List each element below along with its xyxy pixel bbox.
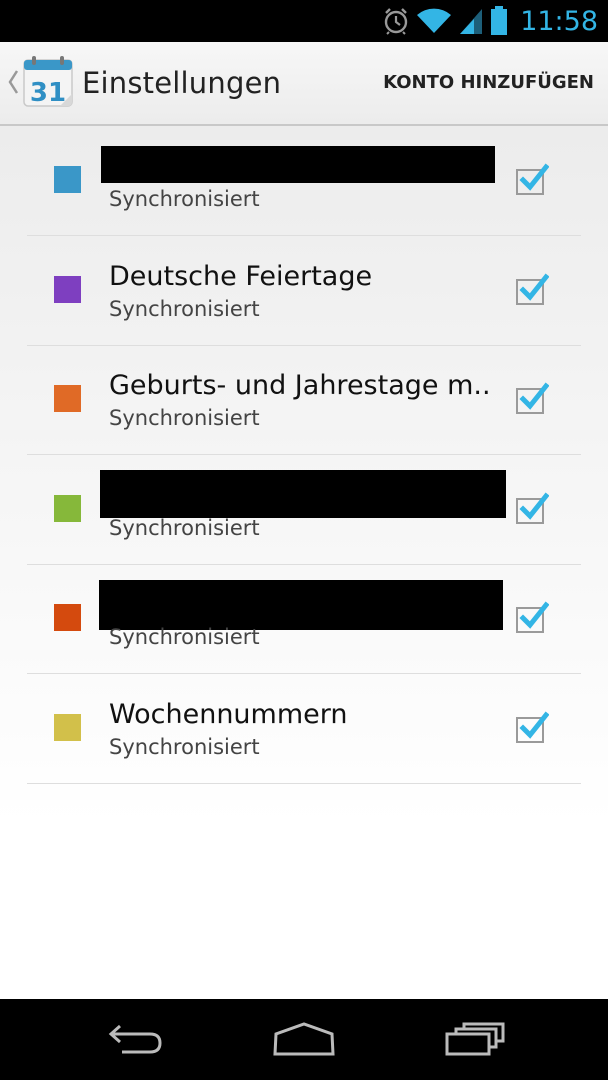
redacted-calendar-name [99,580,503,630]
calendar-row[interactable]: Synchronisiert [27,564,581,674]
status-bar: 11:58 [0,0,608,42]
battery-icon [491,6,508,35]
sync-checkbox[interactable] [515,381,549,415]
calendar-color-swatch[interactable] [54,494,81,522]
redacted-calendar-name [100,469,506,518]
wifi-icon [417,8,452,33]
sync-status: Synchronisiert [109,406,260,430]
calendar-color-swatch[interactable] [54,166,81,193]
clock: 11:58 [520,5,598,37]
sync-checkbox[interactable] [515,162,549,196]
add-account-button[interactable]: KONTO HINZUFÜGEN [383,72,594,93]
up-navigation-icon[interactable] [7,70,19,94]
calendar-name: Geburts- und Jahrestage m.. [109,370,491,401]
calendar-color-swatch[interactable] [54,604,81,631]
page-title: Einstellungen [82,66,282,100]
calendar-row[interactable]: Wochennummern Synchronisiert [27,674,581,784]
sync-checkbox[interactable] [515,272,549,306]
home-icon[interactable] [272,1021,336,1057]
calendar-row[interactable]: Synchronisiert [27,455,581,565]
calendar-row[interactable]: Geburts- und Jahrestage m.. Synchronisier… [27,345,581,455]
sync-status: Synchronisiert [109,625,260,649]
sync-status: Synchronisiert [109,515,260,540]
redacted-calendar-name [101,146,495,183]
sync-checkbox[interactable] [515,600,549,634]
calendar-list: Synchronisiert Deutsche Feiertage Synchron… [0,126,608,999]
calendar-color-swatch[interactable] [54,385,81,412]
calendar-app-icon[interactable]: 31 [22,56,76,113]
navigation-bar [0,999,608,1080]
calendar-row[interactable]: Synchronisiert [27,126,581,236]
sync-checkbox[interactable] [515,491,549,525]
alarm-icon [384,8,408,35]
calendar-row[interactable]: Deutsche Feiertage Synchronisiert [27,236,581,346]
signal-icon [460,9,483,34]
calendar-name: Deutsche Feiertage [109,260,373,292]
action-bar: 31 Einstellungen KONTO HINZUFÜGEN [0,42,608,126]
svg-text:31: 31 [30,78,66,108]
sync-status: Synchronisiert [109,187,260,211]
sync-status: Synchronisiert [109,296,260,321]
calendar-color-swatch[interactable] [54,275,81,303]
back-icon[interactable] [106,1021,164,1057]
recent-apps-icon[interactable] [444,1021,506,1057]
calendar-color-swatch[interactable] [54,713,81,741]
sync-checkbox[interactable] [515,710,549,744]
sync-status: Synchronisiert [109,734,260,759]
calendar-name: Wochennummern [109,698,348,730]
